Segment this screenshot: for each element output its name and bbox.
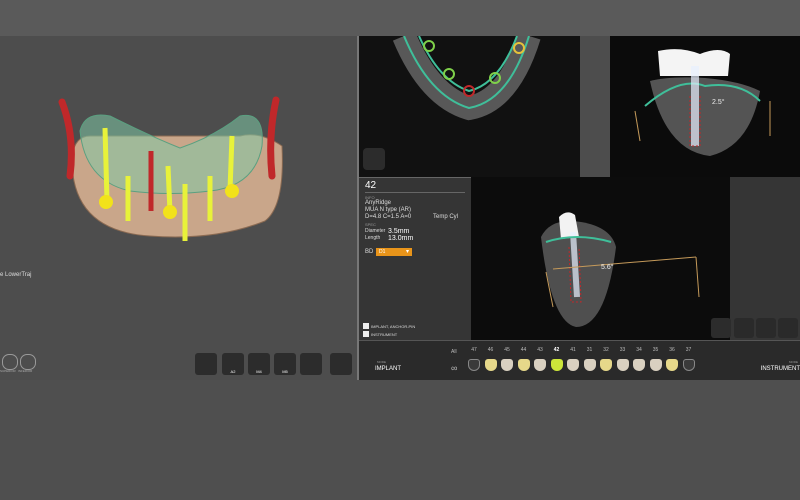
all-teeth-button[interactable]: All — [451, 349, 457, 356]
checkbox-instrument[interactable] — [363, 331, 369, 337]
implant-brand: AnyRidge — [365, 200, 392, 206]
tooth-crown-icon[interactable] — [616, 359, 629, 371]
tooth-number-label[interactable]: 31 — [583, 347, 597, 353]
video-icon[interactable] — [300, 353, 322, 375]
diameter-label: Diameter — [365, 228, 386, 234]
chevron-down-icon: ▾ — [405, 249, 409, 255]
implant-spec-line: D=4.8 C=1.5 A=0 — [365, 214, 412, 220]
tooth-crown-icon[interactable] — [517, 359, 530, 371]
tooth-view-icon[interactable] — [363, 148, 385, 170]
tooth-crown-icon[interactable] — [484, 359, 497, 371]
eye-visibility-icon[interactable] — [330, 353, 352, 375]
mode-right-caption: MODE — [789, 360, 798, 364]
tooth-crown-icon[interactable] — [600, 359, 612, 371]
checkbox-instrument-label: INSTRUMENT — [371, 332, 398, 337]
face-icon[interactable] — [195, 353, 217, 375]
angle-label-1: 2.5° — [712, 99, 725, 106]
implant-product: MUA N type (AR) — [365, 207, 412, 213]
tooth-crown-icon[interactable] — [501, 359, 513, 371]
inferior-label: INFERIOR — [18, 369, 33, 373]
nerve-canal-left — [58, 98, 75, 180]
tooth-crown-icon[interactable] — [567, 359, 579, 371]
arch-m4-icon[interactable]: M4 — [248, 353, 270, 375]
view-gap — [580, 36, 610, 177]
mode-instrument-button[interactable]: INSTRUMENT — [761, 366, 800, 373]
tooth-number-label[interactable]: 36 — [665, 347, 679, 353]
layers-icon[interactable] — [756, 318, 776, 338]
bd-label: BD — [365, 249, 374, 255]
tooth-crown-icon[interactable] — [666, 359, 678, 371]
cross-section-tools — [711, 177, 800, 340]
eye-icon[interactable] — [778, 318, 798, 338]
rotate-icon[interactable] — [734, 318, 754, 338]
angle-label-2: 5.6° — [601, 264, 614, 271]
superior-label: SUPERIOR — [0, 369, 16, 373]
tooth-crown-icon[interactable] — [682, 359, 695, 371]
checkbox-implant-anchor[interactable] — [363, 323, 369, 329]
bd-dropdown[interactable]: D1 ▾ — [376, 248, 412, 256]
tooth-crown-icon[interactable] — [633, 359, 645, 371]
tooth-crown-icon[interactable] — [649, 359, 662, 371]
spec-header: SPEC — [365, 222, 376, 227]
mode-left-caption: MODE — [377, 360, 386, 364]
tooth-crown-icon[interactable] — [550, 359, 563, 371]
tooth-number: 42 — [365, 180, 377, 191]
length-value: 13.0mm — [388, 235, 414, 242]
checkbox-implant-anchor-label: IMPLANT, ANCHOR-PIN — [371, 324, 416, 329]
tooth-number-label[interactable]: 43 — [533, 347, 547, 353]
axial-ct-view[interactable] — [359, 31, 580, 177]
arch-a2-icon[interactable]: A2 — [222, 353, 244, 375]
tooth-crown-icon[interactable] — [468, 359, 480, 371]
implant-info-panel: 42 INFO AnyRidge MUA N type (AR) D=4.8 C… — [359, 177, 471, 341]
ruler-icon[interactable] — [711, 318, 731, 338]
tooth-number-label[interactable]: 37 — [682, 347, 696, 353]
3d-jaw-model[interactable] — [0, 36, 357, 380]
background-area — [0, 380, 800, 500]
tooth-number-label[interactable]: 45 — [500, 347, 514, 353]
bd-value: D1 — [379, 249, 386, 255]
arch-m5-icon[interactable]: M5 — [274, 353, 296, 375]
tooth-number-label[interactable]: 47 — [467, 347, 481, 353]
tooth-number-label[interactable]: 35 — [649, 347, 663, 353]
tooth-number-label[interactable]: 33 — [616, 347, 630, 353]
tooth-number-label[interactable]: 46 — [484, 347, 498, 353]
tooth-number-label[interactable]: 34 — [632, 347, 646, 353]
trajectory-label: e LowerTraj — [0, 272, 32, 278]
cross-section-view-1[interactable]: 2.5° — [610, 36, 800, 177]
implant-outline-2 — [570, 231, 580, 298]
cross-section-view-2[interactable]: 5.6° — [471, 177, 730, 340]
length-label: Length — [365, 235, 381, 241]
inferior-view-icon[interactable] — [20, 354, 36, 370]
superior-view-icon[interactable] — [2, 354, 18, 370]
tooth-number-label[interactable]: 42 — [550, 347, 564, 353]
tooth-number-label[interactable]: 32 — [599, 347, 613, 353]
3d-view-panel[interactable]: e LowerTraj SUPERIOR INFERIOR — [0, 36, 357, 380]
tooth-number-label[interactable]: 44 — [517, 347, 531, 353]
tooth-selector-bar: All ∞ MODE IMPLANT MODE INSTRUMENT 47 46 4… — [359, 340, 800, 381]
implant-temp: Temp Cyl — [433, 214, 459, 220]
mode-implant-button[interactable]: IMPLANT — [375, 366, 401, 373]
tooth-number-label[interactable]: 41 — [566, 347, 580, 353]
link-icon[interactable]: ∞ — [451, 363, 457, 373]
tooth-crown-icon[interactable] — [534, 359, 546, 371]
tooth-crown-icon[interactable] — [583, 359, 596, 371]
diameter-value: 3.5mm — [388, 228, 410, 235]
